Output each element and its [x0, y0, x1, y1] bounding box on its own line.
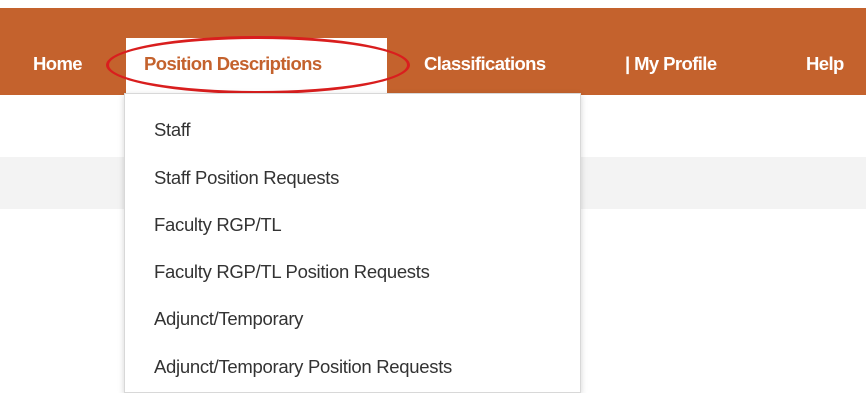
nav-item-position-descriptions[interactable]: Position Descriptions [144, 54, 322, 74]
dropdown-item-faculty-rgp-tl[interactable]: Faculty RGP/TL [154, 215, 282, 235]
position-descriptions-dropdown-menu: Staff Staff Position Requests Faculty RG… [124, 93, 581, 393]
nav-item-home[interactable]: Home [33, 54, 83, 74]
dropdown-item-adjunct-temporary-position-requests[interactable]: Adjunct/Temporary Position Requests [154, 357, 452, 377]
top-nav-bar: Home Position Descriptions Classificatio… [0, 8, 866, 95]
nav-item-my-profile[interactable]: | My Profile [625, 54, 717, 74]
dropdown-item-staff-position-requests[interactable]: Staff Position Requests [154, 168, 339, 188]
dropdown-item-staff[interactable]: Staff [154, 120, 191, 140]
nav-item-help[interactable]: Help [806, 54, 844, 74]
partially-hidden-heading [0, 372, 90, 383]
nav-item-classifications[interactable]: Classifications [424, 54, 546, 74]
dropdown-item-faculty-rgp-tl-position-requests[interactable]: Faculty RGP/TL Position Requests [154, 262, 430, 282]
dropdown-item-adjunct-temporary[interactable]: Adjunct/Temporary [154, 309, 303, 329]
